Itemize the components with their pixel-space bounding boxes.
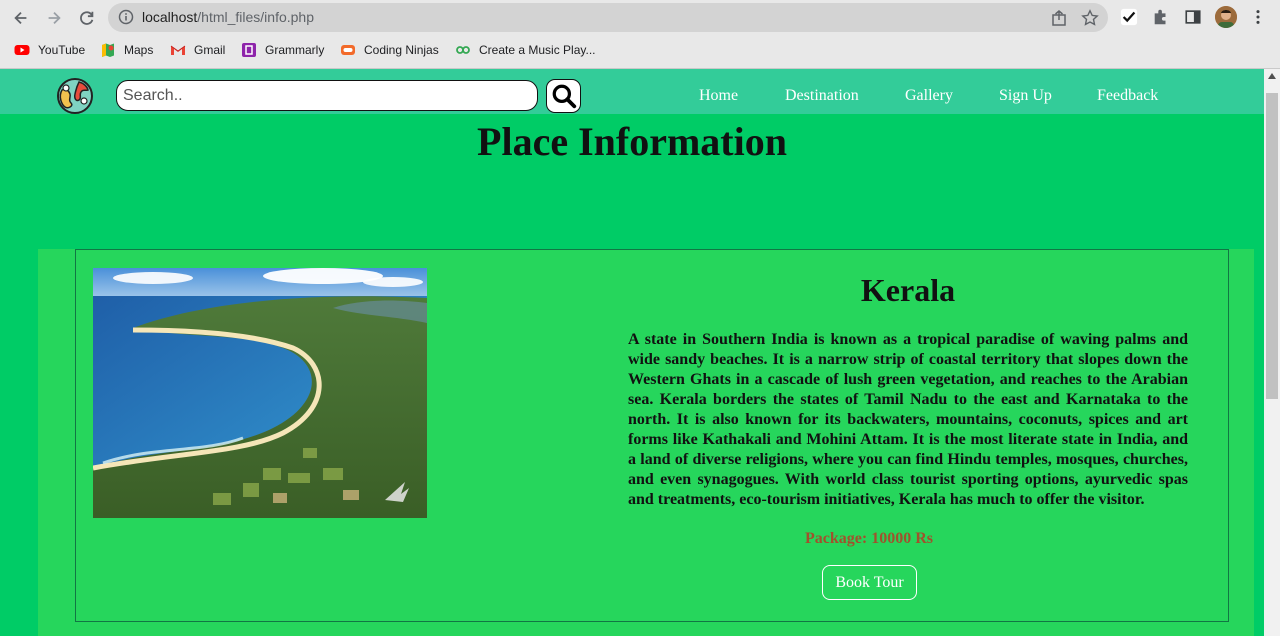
nav-link-sign-up[interactable]: Sign Up <box>999 87 1052 105</box>
extensions-puzzle-icon[interactable] <box>1151 7 1171 27</box>
bookmark-music-play[interactable]: Create a Music Play... <box>455 40 595 60</box>
place-name: Kerala <box>860 272 956 308</box>
page-title: Place Information <box>477 119 787 164</box>
search-button[interactable] <box>546 79 581 113</box>
site-navbar: Home Destination Gallery Sign Up Feedbac… <box>0 69 1264 114</box>
bookmark-coding-ninjas[interactable]: Coding Ninjas <box>340 40 439 60</box>
nav-link-home[interactable]: Home <box>699 87 738 105</box>
globe-logo-icon <box>57 78 93 114</box>
nav-link-destination[interactable]: Destination <box>785 87 859 105</box>
bookmark-label: Coding Ninjas <box>364 43 439 57</box>
place-description: A state in Southern India is known as a … <box>628 331 1188 508</box>
coastline-photo-icon <box>93 268 427 518</box>
url-text: localhost/html_files/info.php <box>142 9 314 25</box>
place-image <box>93 268 427 518</box>
url-path: /html_files/info.php <box>197 9 314 25</box>
scroll-up-arrow-icon[interactable] <box>1268 73 1276 79</box>
profile-photo-icon <box>1215 6 1237 28</box>
page-scrollbar[interactable] <box>1264 69 1280 636</box>
side-panel-icon[interactable] <box>1183 7 1203 27</box>
bookmark-label: Create a Music Play... <box>479 43 596 57</box>
nav-link-feedback[interactable]: Feedback <box>1097 87 1158 105</box>
forward-button[interactable] <box>41 5 67 31</box>
bookmark-star-icon[interactable] <box>1081 9 1099 27</box>
info-icon[interactable] <box>118 9 134 25</box>
scrollbar-thumb[interactable] <box>1266 93 1278 399</box>
address-bar[interactable]: localhost/html_files/info.php <box>108 3 1108 32</box>
bookmark-grammarly[interactable]: Grammarly <box>241 40 324 60</box>
grammarly-icon <box>241 42 257 58</box>
checkmark-extension-icon[interactable] <box>1119 7 1139 27</box>
bookmark-gmail[interactable]: Gmail <box>170 40 225 60</box>
web-page: Home Destination Gallery Sign Up Feedbac… <box>0 69 1264 636</box>
book-tour-button[interactable]: Book Tour <box>822 565 917 600</box>
bookmark-label: YouTube <box>38 43 86 57</box>
search-icon <box>552 84 576 109</box>
bookmark-label: Grammarly <box>265 43 325 57</box>
gmail-icon <box>170 42 186 58</box>
forward-arrow-icon <box>48 11 61 25</box>
bookmark-label: Maps <box>124 43 154 57</box>
maps-icon <box>100 42 116 58</box>
profile-avatar[interactable] <box>1215 6 1237 28</box>
site-logo[interactable] <box>54 76 96 114</box>
youtube-icon <box>14 42 30 58</box>
bookmark-maps[interactable]: Maps <box>100 40 153 60</box>
bookmark-youtube[interactable]: YouTube <box>14 40 85 60</box>
browser-chrome: localhost/html_files/info.php YouTube Ma… <box>0 0 1280 69</box>
share-icon[interactable] <box>1050 9 1068 27</box>
package-price: Package: 10000 Rs <box>805 530 933 547</box>
coding-ninjas-icon <box>340 42 356 58</box>
reload-icon <box>80 11 94 25</box>
back-button[interactable] <box>8 5 34 31</box>
bookmarks-bar: YouTube Maps Gmail Grammarly Coding Ninj… <box>0 37 1280 61</box>
bookmark-label: Gmail <box>194 43 226 57</box>
reload-button[interactable] <box>74 5 100 31</box>
browser-menu-icon[interactable] <box>1248 7 1268 27</box>
url-host: localhost <box>142 9 198 25</box>
search-input[interactable] <box>116 80 538 111</box>
back-arrow-icon <box>14 11 27 25</box>
nav-link-gallery[interactable]: Gallery <box>905 87 953 105</box>
music-play-icon <box>455 42 471 58</box>
